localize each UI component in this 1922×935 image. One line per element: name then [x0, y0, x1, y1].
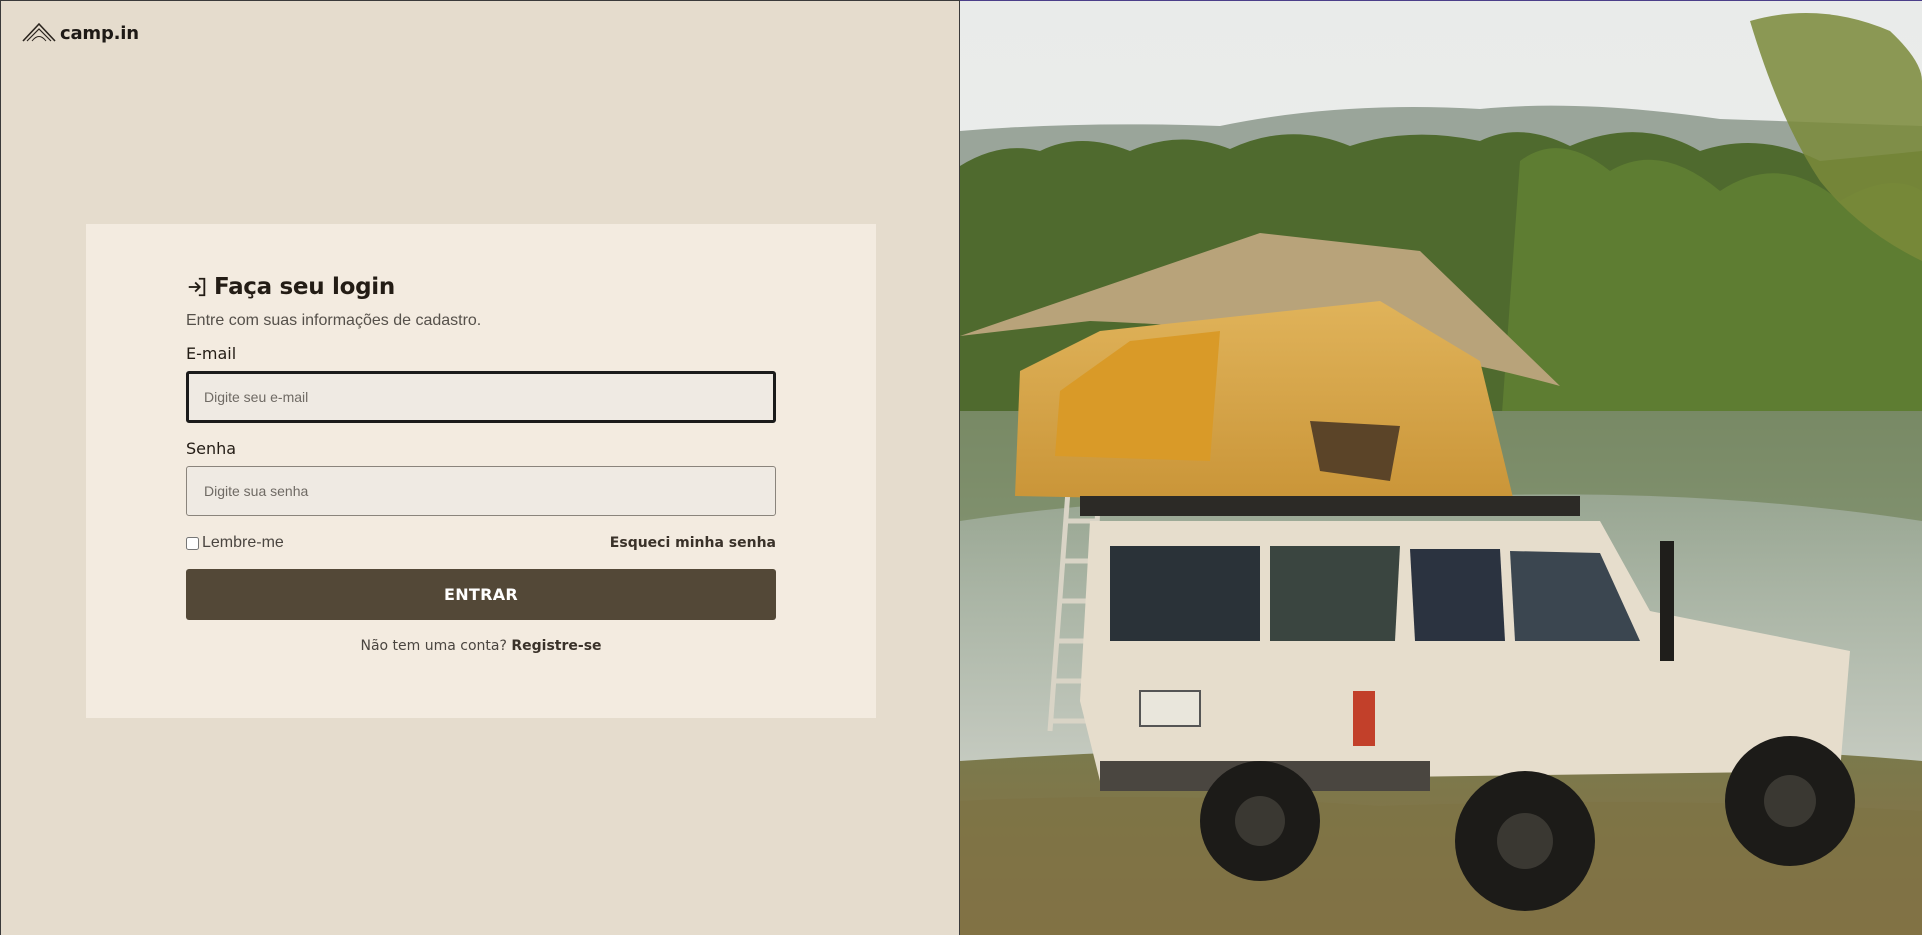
password-field[interactable] [186, 466, 776, 516]
hero-image [960, 0, 1922, 935]
signup-link[interactable]: Registre-se [511, 638, 601, 654]
signup-prompt: Não tem uma conta? Registre-se [186, 638, 776, 654]
tent-logo-icon [22, 22, 56, 42]
login-card: Faça seu login Entre com suas informaçõe… [86, 224, 876, 718]
sign-in-icon [188, 277, 206, 297]
remember-me[interactable]: Lembre-me [186, 534, 284, 552]
submit-button[interactable]: ENTRAR [186, 569, 776, 620]
remember-me-checkbox[interactable] [186, 536, 199, 550]
signup-prompt-text: Não tem uma conta? [360, 638, 507, 654]
forgot-password-link[interactable]: Esqueci minha senha [610, 535, 776, 551]
email-field[interactable] [186, 371, 776, 423]
password-label: Senha [186, 439, 237, 458]
login-panel: camp.in Faça seu login Entre com suas in… [0, 0, 960, 935]
brand-name: camp.in [60, 22, 139, 44]
brand-logo[interactable]: camp.in [21, 21, 139, 45]
login-form: Faça seu login Entre com suas informaçõe… [186, 274, 776, 654]
remember-me-label: Lembre-me [202, 534, 284, 551]
login-options: Lembre-me Esqueci minha senha [186, 534, 776, 552]
email-label: E-mail [186, 344, 237, 363]
login-subtitle: Entre com suas informações de cadastro. [186, 312, 482, 329]
page-title: Faça seu login [214, 274, 395, 300]
login-heading: Faça seu login [186, 274, 776, 300]
camping-car-photo [960, 1, 1922, 935]
